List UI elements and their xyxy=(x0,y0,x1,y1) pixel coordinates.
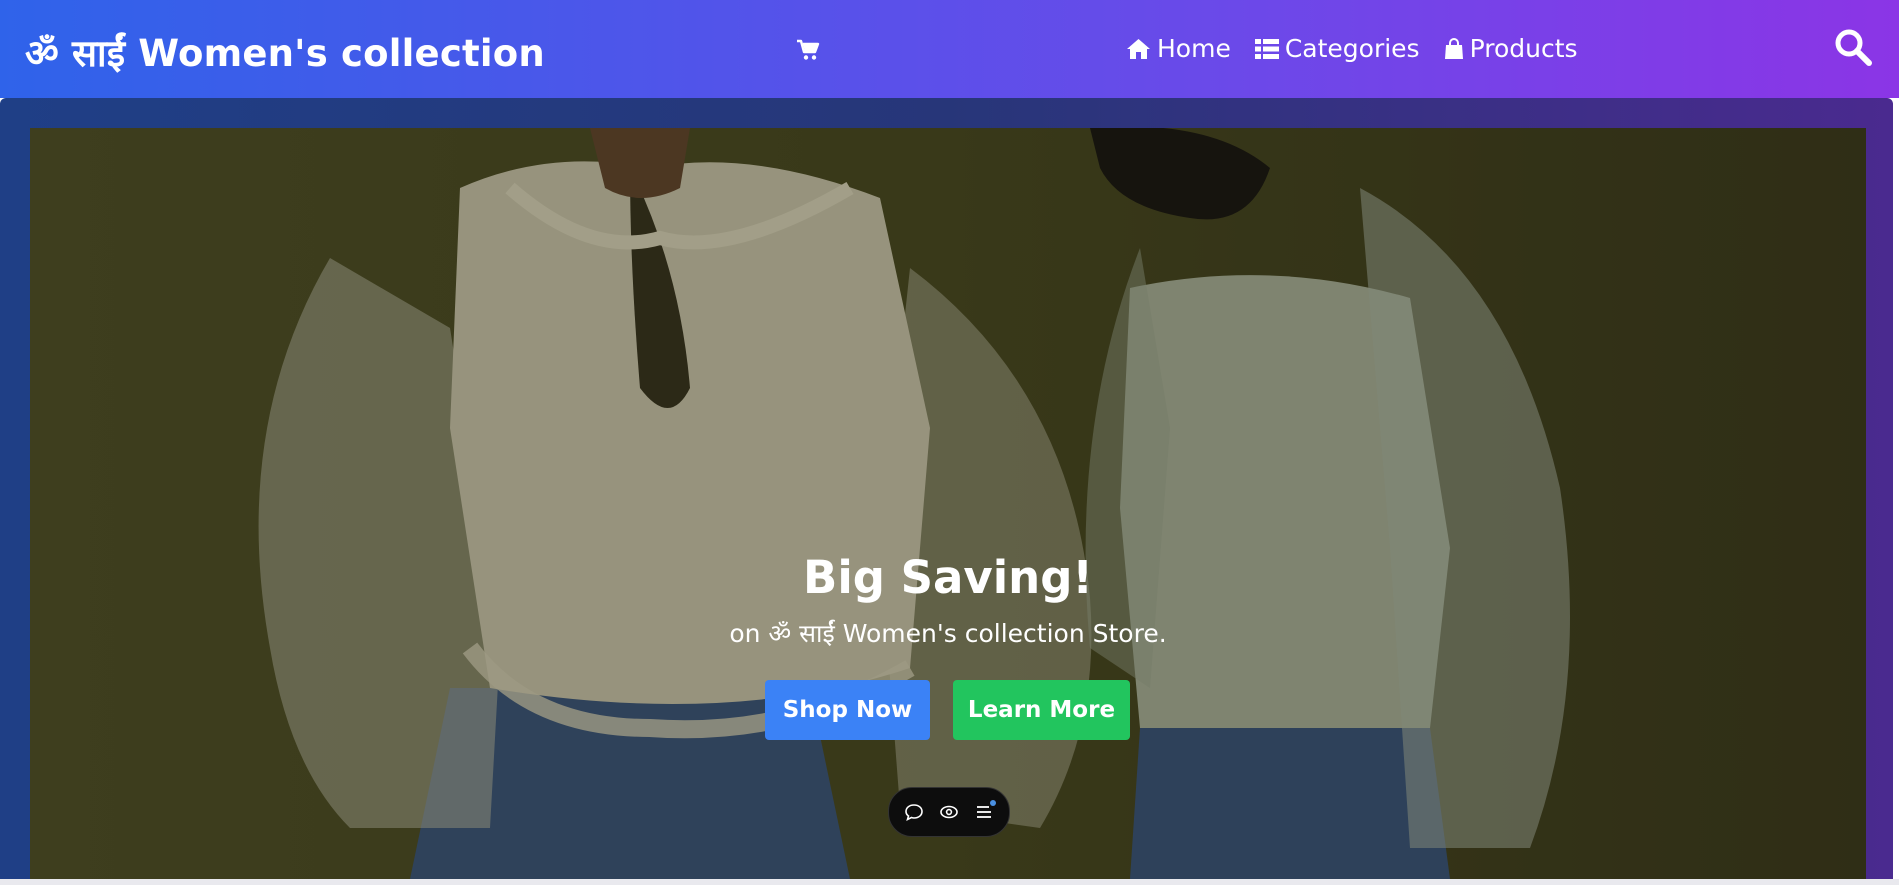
shop-now-button[interactable]: Shop Now xyxy=(765,680,930,740)
nav-categories[interactable]: Categories xyxy=(1254,34,1420,63)
search-icon[interactable] xyxy=(1834,28,1872,66)
page-bottom-edge xyxy=(0,879,1899,885)
hero-overlay xyxy=(30,128,1866,879)
nav-home-label: Home xyxy=(1157,34,1231,63)
list-icon xyxy=(1254,38,1279,59)
notification-dot xyxy=(990,800,996,806)
nav-products[interactable]: Products xyxy=(1444,34,1578,63)
main-nav: Home Categories Products xyxy=(1126,34,1578,63)
eye-icon[interactable] xyxy=(939,802,959,822)
home-icon xyxy=(1126,38,1151,60)
nav-products-label: Products xyxy=(1469,34,1578,63)
shopping-bag-icon xyxy=(1444,37,1464,60)
floating-toolbar xyxy=(888,787,1010,837)
nav-categories-label: Categories xyxy=(1284,34,1420,63)
hero-subtitle: on ॐ साईं Women's collection Store. xyxy=(729,619,1167,648)
nav-home[interactable]: Home xyxy=(1126,34,1231,63)
menu-icon[interactable] xyxy=(974,800,996,822)
navbar: ॐ साईं Women's collection Home Categorie… xyxy=(0,0,1899,98)
hero-banner: Big Saving! on ॐ साईं Women's collection… xyxy=(30,128,1866,879)
shopping-cart-icon[interactable] xyxy=(796,39,820,61)
hero-title: Big Saving! xyxy=(803,551,1093,604)
learn-more-button[interactable]: Learn More xyxy=(953,680,1130,740)
chat-bubble-icon[interactable] xyxy=(904,802,924,822)
hero-frame: Big Saving! on ॐ साईं Women's collection… xyxy=(0,98,1893,879)
brand-logo[interactable]: ॐ साईं Women's collection xyxy=(25,26,545,77)
